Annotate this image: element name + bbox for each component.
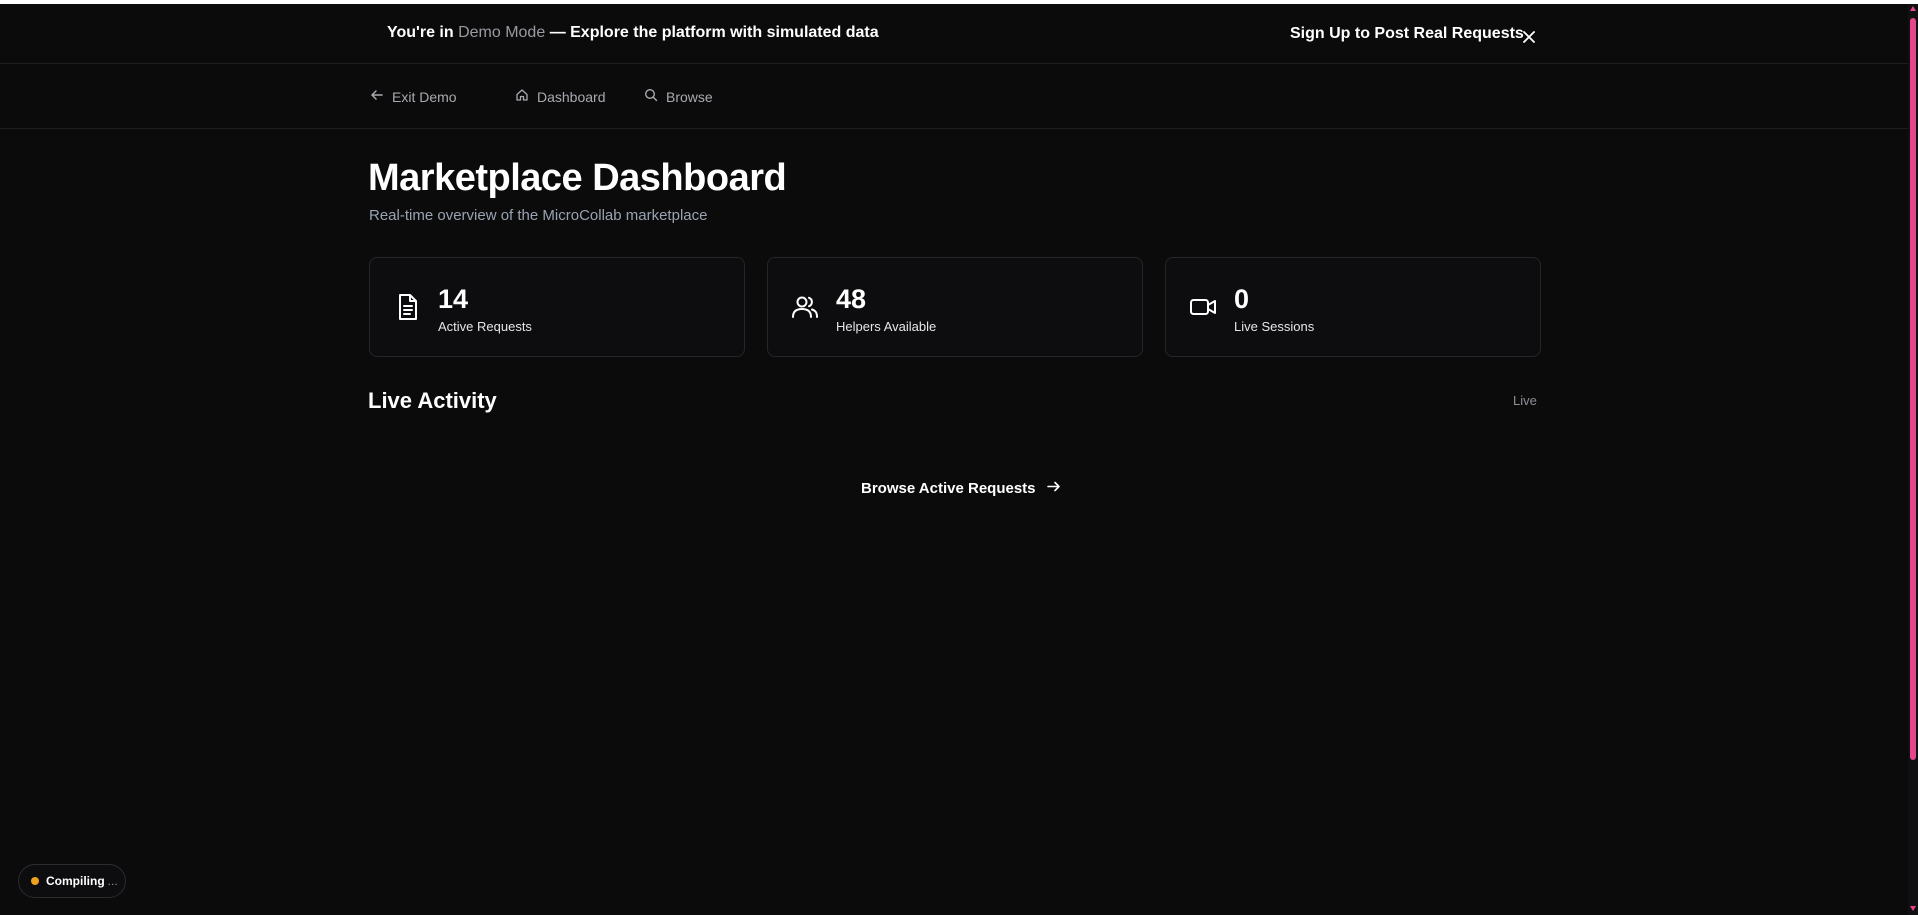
banner-prefix: You're in (387, 24, 454, 41)
live-badge: Live (1513, 393, 1537, 408)
compiling-label: Compiling (46, 874, 105, 888)
compiling-ellipsis: ... (107, 874, 118, 888)
stat-value: 0 (1234, 284, 1250, 314)
status-dot-icon (31, 877, 39, 885)
nav-exit-demo[interactable]: Exit Demo (370, 88, 457, 105)
page-title: Marketplace Dashboard (368, 157, 787, 199)
video-icon (1188, 292, 1218, 322)
scrollbar-thumb[interactable] (1910, 18, 1916, 760)
nav-browse[interactable]: Browse (644, 88, 713, 105)
browse-link-label: Browse Active Requests (861, 480, 1036, 497)
sign-up-button[interactable]: Sign Up to Post Real Requests (1290, 25, 1524, 43)
scroll-up-icon[interactable] (1910, 6, 1916, 11)
arrow-right-icon (1046, 479, 1061, 498)
stat-label: Live Sessions (1234, 319, 1315, 334)
stat-card-live-sessions: 0 Live Sessions (1165, 257, 1541, 357)
page-subtitle: Real-time overview of the MicroCollab ma… (369, 207, 708, 224)
stat-label: Active Requests (438, 319, 532, 334)
scroll-down-icon[interactable] (1910, 906, 1916, 911)
close-icon[interactable] (1520, 28, 1538, 46)
compiling-indicator[interactable]: Compiling ... (18, 864, 126, 898)
document-icon (392, 292, 422, 322)
top-nav: Exit Demo Dashboard Browse (0, 65, 1908, 129)
nav-dashboard[interactable]: Dashboard (515, 88, 606, 105)
page: You're in Demo Mode — Explore the platfo… (0, 0, 1918, 915)
stat-value: 48 (836, 284, 867, 314)
banner-mode: Demo Mode (458, 24, 546, 41)
browse-active-requests-link[interactable]: Browse Active Requests (861, 479, 1061, 498)
stat-label: Helpers Available (836, 319, 937, 334)
demo-banner-text: You're in Demo Mode — Explore the platfo… (387, 24, 879, 42)
nav-exit-demo-label: Exit Demo (392, 88, 457, 105)
arrow-left-icon (370, 88, 384, 105)
search-icon (644, 88, 658, 105)
banner-suffix: — Explore the platform with simulated da… (549, 24, 879, 41)
nav-dashboard-label: Dashboard (537, 88, 606, 105)
scrollbar[interactable] (1908, 4, 1918, 915)
stat-value: 14 (438, 284, 469, 314)
users-icon (790, 292, 820, 322)
nav-browse-label: Browse (666, 88, 713, 105)
live-activity-title: Live Activity (368, 388, 497, 413)
home-icon (515, 88, 529, 105)
stat-card-helpers-available: 48 Helpers Available (767, 257, 1143, 357)
demo-banner: You're in Demo Mode — Explore the platfo… (0, 4, 1908, 64)
stat-card-active-requests: 14 Active Requests (369, 257, 745, 357)
